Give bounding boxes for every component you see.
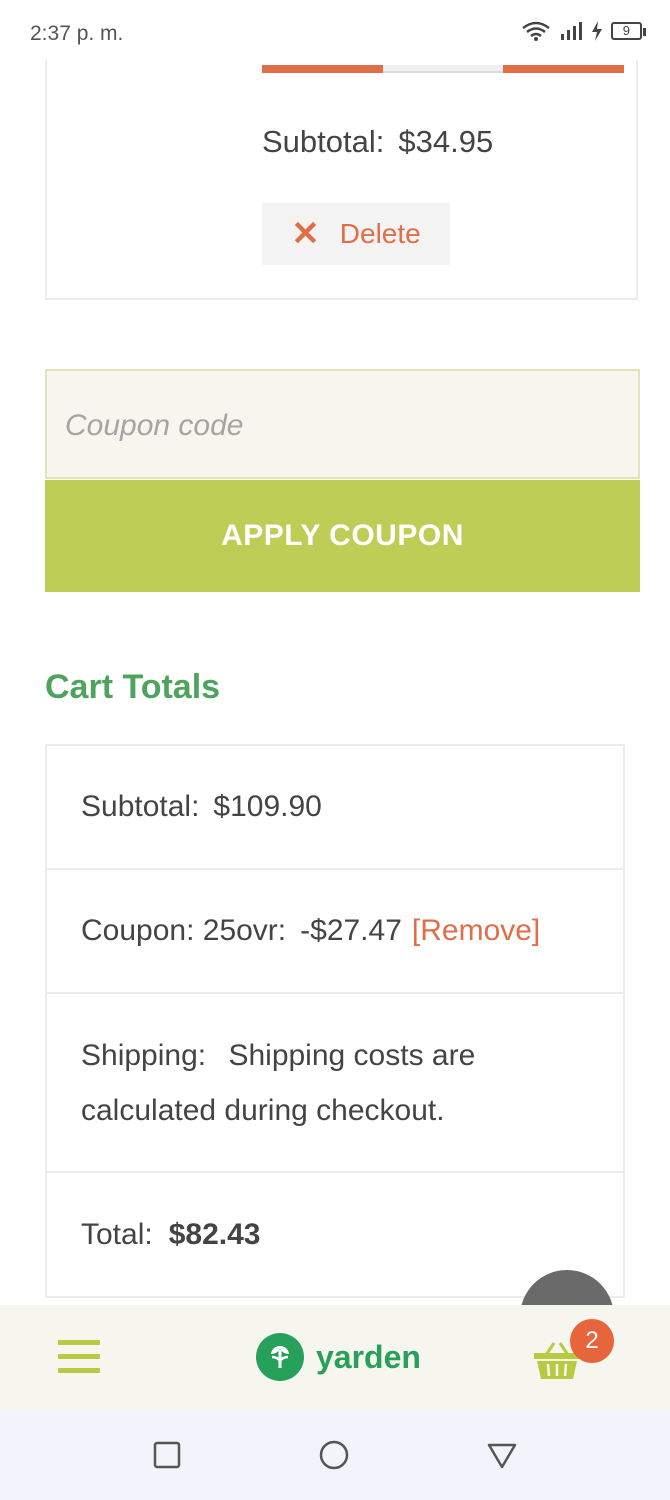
coupon-label: Coupon: 25ovr:	[81, 914, 287, 947]
coupon-discount: -$27.47	[300, 914, 402, 947]
item-subtotal: Subtotal: $34.95	[262, 124, 493, 160]
bottom-nav: yarden 2	[0, 1305, 670, 1410]
home-icon[interactable]	[319, 1440, 349, 1470]
apply-coupon-button[interactable]: APPLY COUPON	[45, 480, 640, 592]
subtotal-label: Subtotal:	[81, 790, 200, 823]
battery-icon: 9	[610, 22, 647, 40]
shipping-label: Shipping:	[81, 1038, 207, 1072]
leaf-icon	[256, 1333, 304, 1381]
coupon-row: Coupon: 25ovr: -$27.47 [Remove]	[47, 870, 623, 994]
status-bar: 2:37 p. m. 9	[0, 0, 670, 68]
item-subtotal-value: $34.95	[398, 124, 494, 159]
signal-icon	[560, 22, 582, 40]
shipping-row: Shipping: Shipping costs are calculated …	[47, 994, 623, 1173]
recent-apps-icon[interactable]	[152, 1440, 182, 1470]
brand-logo[interactable]: yarden	[256, 1333, 421, 1381]
cart-count-badge: 2	[570, 1319, 614, 1363]
total-row: Total: $82.43	[47, 1173, 623, 1296]
delete-button[interactable]: ✕ Delete	[262, 203, 450, 265]
subtotal-row: Subtotal: $109.90	[47, 746, 623, 870]
total-value: $82.43	[168, 1217, 261, 1251]
quantity-control[interactable]	[262, 65, 624, 73]
system-nav-bar	[0, 1410, 670, 1500]
remove-coupon-link[interactable]: [Remove]	[412, 914, 540, 948]
close-icon: ✕	[291, 215, 320, 253]
coupon-input[interactable]: Coupon code	[45, 369, 640, 479]
back-icon[interactable]	[487, 1440, 517, 1470]
cart-item-card: Subtotal: $34.95 ✕ Delete	[45, 60, 638, 300]
menu-icon[interactable]	[58, 1340, 100, 1374]
status-time: 2:37 p. m.	[30, 22, 124, 45]
cart-totals-title: Cart Totals	[45, 668, 221, 706]
status-icons: 9	[521, 20, 647, 42]
item-subtotal-label: Subtotal:	[262, 124, 385, 159]
delete-label: Delete	[339, 218, 421, 249]
brand-name: yarden	[316, 1338, 421, 1375]
charging-icon	[591, 21, 602, 41]
total-label: Total:	[81, 1217, 153, 1251]
cart-totals-table: Subtotal: $109.90 Coupon: 25ovr: -$27.47…	[45, 744, 625, 1298]
subtotal-value: $109.90	[213, 790, 322, 823]
wifi-icon	[522, 21, 550, 41]
